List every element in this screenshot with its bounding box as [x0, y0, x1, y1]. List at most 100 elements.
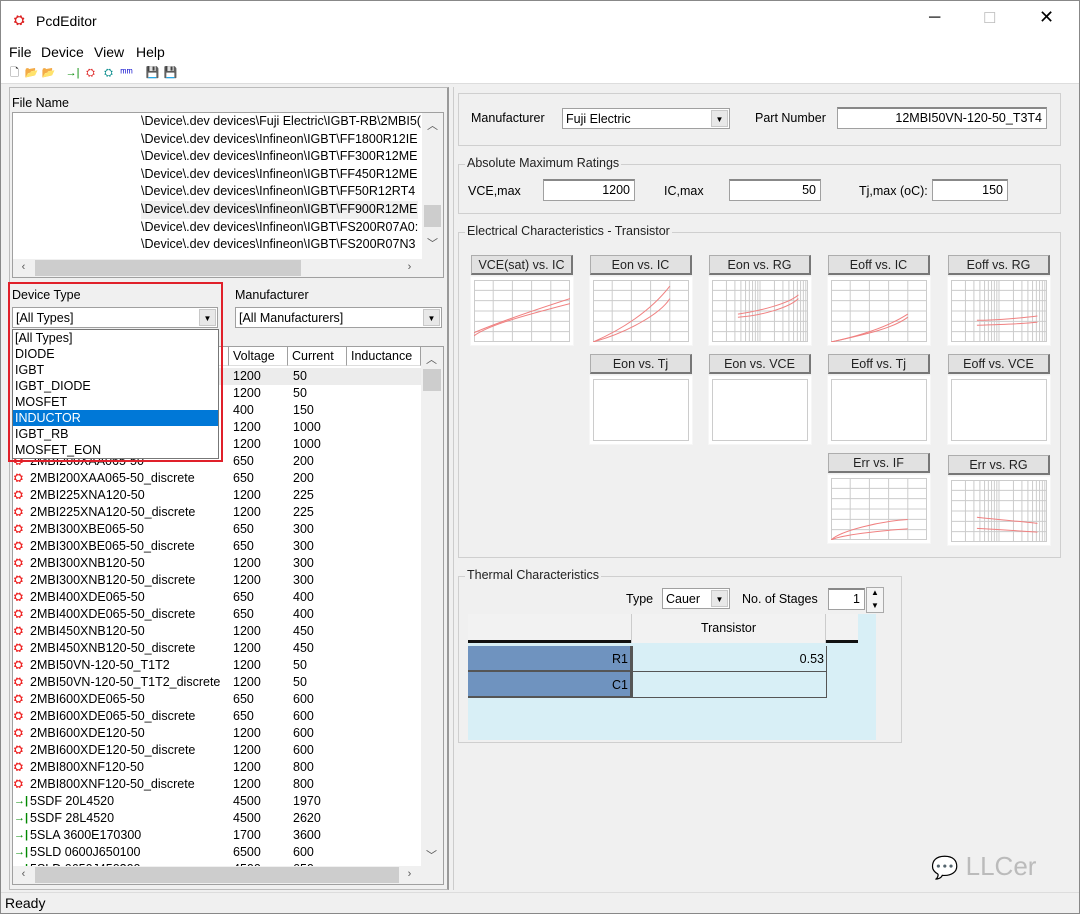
plot-button[interactable]: Eoff vs. RG [948, 255, 1050, 275]
table-row[interactable]: ⛭ 2MBI300XBE065-50_discrete 650 300 [13, 538, 421, 555]
new-file-icon[interactable]: 🗋 [7, 66, 22, 81]
file-list-item[interactable]: \Device\.dev devices\Infineon\IGBT\FF300… [141, 148, 418, 166]
stages-spinner[interactable]: ▲ ▼ [866, 587, 884, 613]
plot-thumbnail[interactable] [708, 375, 812, 445]
plot-button[interactable]: Eoff vs. Tj [828, 354, 930, 374]
chevron-down-icon[interactable]: ▼ [423, 309, 440, 326]
menu-file[interactable]: File [9, 44, 32, 60]
table-row[interactable]: ⛭ 2MBI450XNB120-50 1200 450 [13, 623, 421, 640]
plot-thumbnail[interactable] [589, 375, 693, 445]
plot-thumbnail[interactable] [470, 276, 574, 346]
column-header-current[interactable]: Current [288, 347, 347, 366]
table-row[interactable]: ⛭ 2MBI600XDE120-50_discrete 1200 600 [13, 742, 421, 759]
close-button[interactable]: ✕ [1039, 7, 1054, 28]
inductor-icon[interactable]: ᵐᵐ [119, 66, 134, 81]
scroll-right-icon[interactable]: › [401, 261, 418, 273]
thermal-cell[interactable] [632, 672, 827, 698]
table-row[interactable]: ⛭ 2MBI50VN-120-50_T1T2_discrete 1200 50 [13, 674, 421, 691]
scroll-thumb[interactable] [35, 867, 399, 883]
table-row[interactable]: →| 5SLA 3600E170300 1700 3600 [13, 827, 421, 844]
manufacturer-combo[interactable]: [All Manufacturers] ▼ [235, 307, 442, 328]
file-list-item[interactable]: \Device\.dev devices\Infineon\IGBT\FS200… [141, 236, 415, 254]
table-row[interactable]: ⛭ 2MBI400XDE065-50_discrete 650 400 [13, 606, 421, 623]
table-row[interactable]: ⛭ 2MBI300XBE065-50 650 300 [13, 521, 421, 538]
plot-button[interactable]: VCE(sat) vs. IC [471, 255, 573, 275]
scroll-down-icon[interactable]: ﹀ [423, 847, 440, 863]
plot-button[interactable]: Err vs. RG [948, 455, 1050, 475]
thermal-type-combo[interactable]: Cauer ▼ [662, 588, 730, 609]
table-row[interactable]: ⛭ 2MBI600XDE120-50 1200 600 [13, 725, 421, 742]
menu-help[interactable]: Help [136, 44, 165, 60]
table-row[interactable]: ⛭ 2MBI225XNA120-50 1200 225 [13, 487, 421, 504]
table-row[interactable]: →| 5SLD 0600J650100 6500 600 [13, 844, 421, 861]
open-folder-alt-icon[interactable]: 📂 [41, 66, 56, 81]
plot-button[interactable]: Eoff vs. VCE [948, 354, 1050, 374]
igbt-diode-icon[interactable]: ⛭ [101, 66, 116, 81]
spin-up-icon[interactable]: ▲ [871, 588, 879, 597]
scroll-thumb[interactable] [423, 369, 441, 391]
file-list-item[interactable]: \Device\.dev devices\Infineon\IGBT\FF450… [141, 166, 418, 184]
thermal-grid[interactable]: Transistor R1 0.53 C1 [468, 614, 876, 740]
file-list-item[interactable]: \Device\.dev devices\Infineon\IGBT\FF180… [141, 131, 418, 149]
spin-down-icon[interactable]: ▼ [871, 601, 879, 610]
file-list-item[interactable]: \Device\.dev devices\Fuji Electric\IGBT-… [141, 113, 421, 131]
diode-icon[interactable]: →| [65, 66, 80, 81]
plot-thumbnail[interactable] [827, 474, 931, 544]
menu-device[interactable]: Device [41, 44, 84, 60]
vce-max-input[interactable]: 1200 [543, 179, 635, 201]
plot-button[interactable]: Eoff vs. IC [828, 255, 930, 275]
plot-button[interactable]: Eon vs. IC [590, 255, 692, 275]
table-hscrollbar[interactable]: ‹ › [13, 866, 443, 884]
column-header-inductance[interactable]: Inductance [347, 347, 421, 366]
file-list-item[interactable]: \Device\.dev devices\Infineon\IGBT\FS200… [141, 219, 418, 237]
plot-thumbnail[interactable] [947, 276, 1051, 346]
plot-button[interactable]: Eon vs. RG [709, 255, 811, 275]
plot-thumbnail[interactable] [947, 375, 1051, 445]
maximize-button[interactable]: ☐ [983, 9, 996, 27]
plot-thumbnail[interactable] [827, 375, 931, 445]
save-all-icon[interactable]: 💾 [163, 66, 178, 81]
scroll-up-icon[interactable]: ︿ [423, 351, 440, 367]
manufacturer-combo[interactable]: Fuji Electric ▼ [562, 108, 730, 129]
table-row[interactable]: ⛭ 2MBI450XNB120-50_discrete 1200 450 [13, 640, 421, 657]
table-row[interactable]: ⛭ 2MBI800XNF120-50 1200 800 [13, 759, 421, 776]
scroll-up-icon[interactable]: ︿ [424, 117, 441, 133]
scroll-thumb[interactable] [35, 260, 301, 276]
file-list[interactable]: \Device\.dev devices\Fuji Electric\IGBT-… [12, 112, 444, 278]
table-row[interactable]: ⛭ 2MBI300XNB120-50_discrete 1200 300 [13, 572, 421, 589]
plot-thumbnail[interactable] [708, 276, 812, 346]
stages-input[interactable]: 1 [828, 588, 865, 610]
scroll-right-icon[interactable]: › [401, 868, 418, 880]
minimize-button[interactable]: ─ [929, 9, 940, 27]
table-row[interactable]: ⛭ 2MBI800XNF120-50_discrete 1200 800 [13, 776, 421, 793]
open-folder-icon[interactable]: 📂 [24, 66, 39, 81]
file-list-item[interactable]: \Device\.dev devices\Infineon\IGBT\FF900… [141, 201, 418, 219]
chevron-down-icon[interactable]: ▼ [711, 110, 728, 127]
table-vscrollbar[interactable]: ︿ ﹀ [421, 347, 443, 866]
plot-button[interactable]: Eon vs. Tj [590, 354, 692, 374]
table-row[interactable]: ⛭ 2MBI400XDE065-50 650 400 [13, 589, 421, 606]
column-header-voltage[interactable]: Voltage [229, 347, 288, 366]
plot-thumbnail[interactable] [827, 276, 931, 346]
part-number-input[interactable]: 12MBI50VN-120-50_T3T4 [837, 107, 1047, 129]
scroll-thumb[interactable] [424, 205, 441, 227]
table-row[interactable]: ⛭ 2MBI225XNA120-50_discrete 1200 225 [13, 504, 421, 521]
file-list-vscrollbar[interactable]: ︿ ﹀ [422, 113, 443, 259]
table-row[interactable]: →| 5SDF 20L4520 4500 1970 [13, 793, 421, 810]
scroll-left-icon[interactable]: ‹ [15, 261, 32, 273]
scroll-left-icon[interactable]: ‹ [15, 868, 32, 880]
tj-max-input[interactable]: 150 [932, 179, 1008, 201]
save-icon[interactable]: 💾 [145, 66, 160, 81]
thermal-cell[interactable]: 0.53 [632, 646, 827, 672]
scroll-down-icon[interactable]: ﹀ [424, 235, 441, 251]
table-row[interactable]: ⛭ 2MBI600XDE065-50 650 600 [13, 691, 421, 708]
file-list-hscrollbar[interactable]: ‹ › [13, 259, 443, 277]
ic-max-input[interactable]: 50 [729, 179, 821, 201]
table-row[interactable]: ⛭ 2MBI600XDE065-50_discrete 650 600 [13, 708, 421, 725]
igbt-icon[interactable]: ⛭ [83, 66, 98, 81]
chevron-down-icon[interactable]: ▼ [711, 590, 728, 607]
plot-thumbnail[interactable] [589, 276, 693, 346]
plot-thumbnail[interactable] [947, 476, 1051, 546]
plot-button[interactable]: Err vs. IF [828, 453, 930, 473]
table-row[interactable]: ⛭ 2MBI200XAA065-50_discrete 650 200 [13, 470, 421, 487]
